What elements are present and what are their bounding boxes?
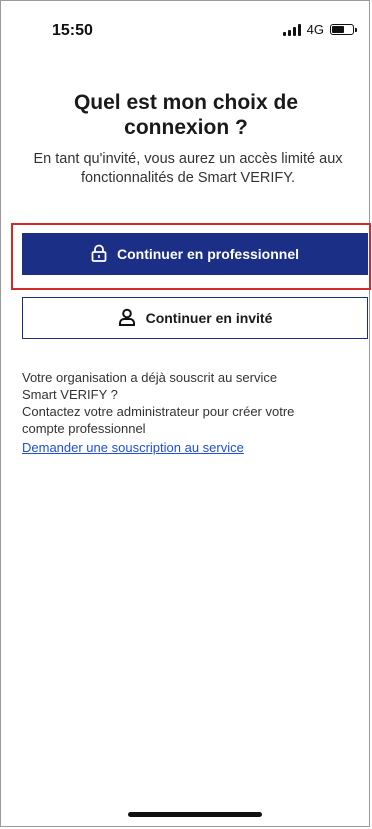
subtitle-line-1: En tant qu'invité, vous aurez un accès l… <box>33 151 343 167</box>
info-line-4: compte professionnel <box>22 421 146 436</box>
continue-guest-button[interactable]: Continuer en invité <box>22 297 368 339</box>
title-line-2: connexion ? <box>124 116 248 139</box>
home-indicator <box>128 812 262 817</box>
request-subscription-link[interactable]: Demander une souscription au service <box>22 440 244 455</box>
continue-professional-label: Continuer en professionnel <box>116 246 299 262</box>
continue-professional-button[interactable]: Continuer en professionnel <box>22 233 368 275</box>
info-text: Votre organisation a déjà souscrit au se… <box>22 369 362 437</box>
status-time: 15:50 <box>52 22 93 39</box>
info-line-2: Smart VERIFY ? <box>22 387 118 402</box>
battery-icon <box>330 24 357 35</box>
lock-icon <box>91 244 107 265</box>
network-type: 4G <box>306 22 324 37</box>
signal-bars-icon <box>282 23 301 36</box>
subtitle-line-2: fonctionnalités de Smart VERIFY. <box>80 170 296 186</box>
info-line-3: Contactez votre administrateur pour crée… <box>22 404 295 419</box>
page-title: Quel est mon choix de connexion ? <box>0 90 372 140</box>
title-line-1: Quel est mon choix de <box>73 91 299 114</box>
status-icons: 4G <box>282 22 357 37</box>
info-line-1: Votre organisation a déjà souscrit au se… <box>22 370 278 385</box>
page-subtitle: En tant qu'invité, vous aurez un accès l… <box>8 150 368 188</box>
status-bar: 15:50 4G <box>0 0 372 56</box>
user-icon <box>118 308 136 329</box>
continue-guest-label: Continuer en invité <box>145 310 273 326</box>
